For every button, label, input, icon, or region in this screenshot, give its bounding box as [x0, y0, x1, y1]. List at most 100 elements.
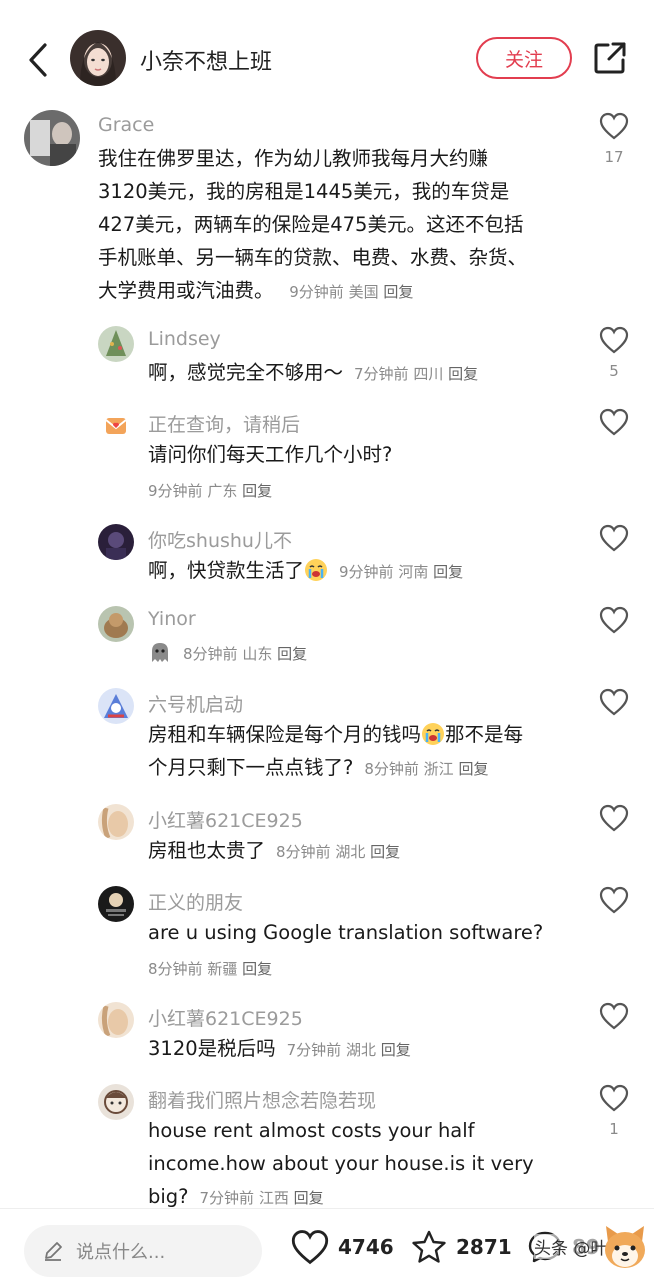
- heart-icon[interactable]: [599, 804, 629, 832]
- comment-body: 啊，快贷款生活了: [148, 559, 305, 582]
- like-post-button[interactable]: 4746: [290, 1229, 394, 1265]
- comment-item: Lindsey 啊，感觉完全不够用～ 7分钟前 四川 回复 5: [0, 322, 654, 392]
- comment-time: 9分钟前: [289, 283, 344, 301]
- comment-text: 我住在佛罗里达，作为幼儿教师我每月大约赚 3120美元，我的房租是1445美元，…: [98, 142, 568, 309]
- commenter-avatar[interactable]: [98, 524, 134, 560]
- commenter-avatar[interactable]: [98, 606, 134, 642]
- commenter-avatar[interactable]: [98, 1084, 134, 1120]
- reply-button[interactable]: 回复: [433, 563, 463, 581]
- comment-location: 四川: [413, 365, 444, 383]
- commenter-avatar[interactable]: [98, 688, 134, 724]
- reply-button[interactable]: 回复: [383, 283, 413, 301]
- comment-time: 7分钟前: [199, 1189, 255, 1207]
- commenter-name[interactable]: 小红薯621CE925: [148, 806, 303, 833]
- commenter-name[interactable]: Yinor: [148, 608, 196, 630]
- heart-icon[interactable]: [599, 1084, 629, 1112]
- comment-time: 8分钟前: [276, 843, 331, 861]
- comment-item: 翻着我们照片想念若隐若现 house rent almost costs you…: [0, 1080, 654, 1208]
- like-control[interactable]: 17: [594, 112, 634, 166]
- comment-text: 啊，感觉完全不够用～ 7分钟前 四川 回复: [148, 356, 578, 391]
- heart-icon[interactable]: [599, 688, 629, 716]
- comment-text-line: 427美元，两辆车的保险是475美元。这还不包括: [98, 213, 524, 236]
- heart-icon[interactable]: [599, 606, 629, 634]
- heart-icon[interactable]: [599, 886, 629, 914]
- like-control[interactable]: [594, 606, 634, 638]
- like-control[interactable]: 1: [594, 1084, 634, 1138]
- heart-icon[interactable]: [599, 408, 629, 436]
- post-favorite-count: 2871: [456, 1235, 512, 1259]
- comment-item: 六号机启动 房租和车辆保险是每个月的钱吗 那不是每 个月只剩下一点点钱了? 8分钟…: [0, 684, 654, 784]
- reply-button[interactable]: 回复: [294, 1189, 324, 1207]
- comment-location: 山东: [242, 645, 273, 663]
- favorite-post-button[interactable]: 2871: [410, 1229, 512, 1265]
- comment-text-line: house rent almost costs your half: [148, 1119, 475, 1142]
- like-count: 17: [604, 148, 624, 166]
- comment-text: house rent almost costs your half income…: [148, 1114, 578, 1215]
- like-control[interactable]: [594, 688, 634, 720]
- like-control[interactable]: [594, 804, 634, 836]
- commenter-avatar[interactable]: [98, 326, 134, 362]
- author-avatar[interactable]: [70, 30, 126, 86]
- heart-icon[interactable]: [599, 112, 629, 140]
- commenter-avatar[interactable]: [98, 886, 134, 922]
- author-name[interactable]: 小奈不想上班: [140, 44, 272, 76]
- comment-time: 9分钟前: [148, 482, 203, 500]
- comment-location: 江西: [258, 1189, 289, 1207]
- reply-button[interactable]: 回复: [277, 645, 307, 663]
- like-control[interactable]: [594, 886, 634, 918]
- share-icon[interactable]: [592, 40, 628, 76]
- commenter-avatar[interactable]: [98, 408, 134, 444]
- comment-text-line: income.how about your house.is it very: [148, 1152, 534, 1175]
- commenter-name[interactable]: 正义的朋友: [148, 888, 243, 915]
- comment-item: 小红薯621CE925 房租也太贵了 8分钟前 湖北 回复: [0, 800, 654, 870]
- commenter-avatar[interactable]: [24, 110, 80, 166]
- commenter-name[interactable]: Grace: [98, 114, 154, 136]
- comment-meta: 9分钟前 美国 回复: [280, 283, 413, 301]
- comment-item: 你吃shushu儿不 啊，快贷款生活了 9分钟前 河南 回复: [0, 520, 654, 590]
- pencil-icon: [45, 1242, 62, 1261]
- commenter-name[interactable]: 翻着我们照片想念若隐若现: [148, 1086, 376, 1113]
- heart-icon[interactable]: [599, 1002, 629, 1030]
- follow-button[interactable]: 关注: [476, 37, 572, 79]
- comment-text: 房租也太贵了 8分钟前 湖北 回复: [148, 834, 578, 869]
- comment-time: 8分钟前: [148, 960, 203, 978]
- heart-icon[interactable]: [599, 524, 629, 552]
- comment-input[interactable]: 说点什么...: [24, 1225, 262, 1277]
- reply-button[interactable]: 回复: [381, 1041, 411, 1059]
- comment-text: 啊，快贷款生活了 9分钟前 河南 回复: [148, 554, 578, 589]
- comment-meta: 9分钟前 河南 回复: [334, 563, 463, 581]
- heart-icon[interactable]: [290, 1229, 330, 1265]
- comment-location: 湖北: [335, 843, 366, 861]
- commenter-name[interactable]: 你吃shushu儿不: [148, 526, 292, 553]
- like-control[interactable]: [594, 1002, 634, 1034]
- comment-body: 啊，感觉完全不够用～: [148, 361, 344, 384]
- reply-button[interactable]: 回复: [448, 365, 478, 383]
- toutiao-watermark: 头条 @叶: [530, 1220, 654, 1280]
- commenter-name[interactable]: 小红薯621CE925: [148, 1004, 303, 1031]
- commenter-name[interactable]: 正在查询，请稍后: [148, 410, 300, 437]
- commenter-name[interactable]: Lindsey: [148, 328, 221, 350]
- commenter-avatar[interactable]: [98, 804, 134, 840]
- back-icon[interactable]: [20, 38, 56, 82]
- crying-face-icon: [421, 722, 445, 746]
- commenter-avatar[interactable]: [98, 1002, 134, 1038]
- comment-time: 7分钟前: [354, 365, 409, 383]
- watermark-text: 头条 @叶: [534, 1234, 608, 1259]
- comment-text-line: 手机账单、另一辆车的贷款、电费、水费、杂货、: [98, 246, 528, 269]
- comment-text: 房租和车辆保险是每个月的钱吗 那不是每 个月只剩下一点点钱了? 8分钟前 浙江 回…: [148, 718, 578, 786]
- like-control[interactable]: [594, 524, 634, 556]
- comment-body: 房租也太贵了: [148, 839, 266, 862]
- reply-button[interactable]: 回复: [242, 482, 272, 500]
- heart-icon[interactable]: [599, 326, 629, 354]
- reply-button[interactable]: 回复: [370, 843, 400, 861]
- reply-button[interactable]: 回复: [242, 960, 272, 978]
- comment-body: 房租和车辆保险是每个月的钱吗: [148, 723, 422, 746]
- commenter-name[interactable]: 六号机启动: [148, 690, 243, 717]
- star-icon[interactable]: [410, 1229, 448, 1265]
- comment-meta: 8分钟前 山东 回复: [178, 645, 307, 663]
- reply-button[interactable]: 回复: [458, 760, 488, 778]
- like-control[interactable]: [594, 408, 634, 440]
- comment-text: 请问你们每天工作几个小时?: [148, 443, 393, 466]
- comment-item: 小红薯621CE925 3120是税后吗 7分钟前 湖北 回复: [0, 998, 654, 1068]
- like-control[interactable]: 5: [594, 326, 634, 380]
